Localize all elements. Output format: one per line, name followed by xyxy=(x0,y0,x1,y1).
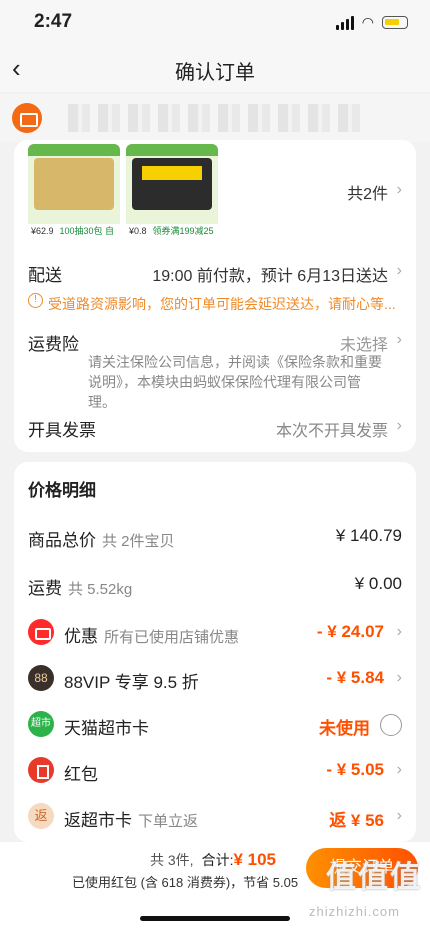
rebate-text: 返超市卡 xyxy=(64,811,132,830)
rebate-value: 返 ¥ 56 xyxy=(329,811,384,830)
delay-warning: 受道路资源影响，您的订单可能会延迟送达，请耐心等... xyxy=(48,296,396,312)
rebate-sub: 下单立返 xyxy=(138,813,199,830)
signal-icon xyxy=(335,15,354,30)
shipping-label: 运费共 5.52kg xyxy=(28,574,132,599)
wifi-icon: ◠ xyxy=(361,14,374,30)
hongbao-row[interactable]: 红包 - ¥ 5.05 › xyxy=(28,756,402,786)
market-card-label: 天猫超市卡 xyxy=(64,719,149,738)
vip-row[interactable]: 88 88VIP 专享 9.5 折 - ¥ 5.84 › xyxy=(28,664,402,694)
chevron-right-icon: › xyxy=(396,623,402,640)
thumb-price: ¥62.9100抽30包 自然无香 xyxy=(28,224,120,238)
goods-total-sub: 共 2件宝贝 xyxy=(102,533,175,550)
chevron-right-icon: › xyxy=(396,181,402,198)
insurance-description: 请关注保险公司信息，并阅读《保险条款和重要说明》，本模块由蚂蚁保保险代理有限公司… xyxy=(88,354,382,410)
store-name-blurred xyxy=(68,104,368,132)
shipping-value: ¥ 0.00 xyxy=(354,574,402,593)
store-icon xyxy=(12,103,42,133)
rebate-row[interactable]: 返 返超市卡 下单立返 返 ¥ 56 › xyxy=(28,802,402,832)
rebate-icon: 返 xyxy=(28,803,54,829)
thumb-banner xyxy=(28,144,120,156)
market-card-status: 未使用 xyxy=(319,719,370,738)
status-time: 2:47 xyxy=(34,11,73,32)
hongbao-label: 红包 xyxy=(64,765,98,784)
battery-icon xyxy=(382,16,408,29)
warning-icon: ! xyxy=(28,293,43,308)
page-title: 确认订单 xyxy=(175,62,255,84)
thumb-banner xyxy=(126,144,218,156)
saving-note: 已使用红包 (含 618 消费券)，节省 5.05 xyxy=(72,875,299,890)
chevron-right-icon: › xyxy=(396,331,402,348)
delivery-label: 配送 xyxy=(28,266,62,285)
vip-value: - ¥ 5.84 xyxy=(326,668,384,687)
delivery-value[interactable]: 19:00 前付款，预计 6月13日送达 xyxy=(152,262,388,286)
shipping-text: 运费 xyxy=(28,579,62,598)
vip-icon: 88 xyxy=(28,665,54,691)
invoice-value[interactable]: 本次不开具发票 xyxy=(276,417,388,441)
nav-bar: ‹ 确认订单 xyxy=(0,46,430,92)
watermark-url: zhizhizhi.com xyxy=(308,904,400,919)
discount-text: 优惠 xyxy=(64,627,98,646)
invoice-label: 开具发票 xyxy=(28,421,96,440)
thumb-tag: 领券满199减25 xyxy=(152,226,214,236)
vip-label: 88VIP 专享 9.5 折 xyxy=(64,673,199,692)
hongbao-value: - ¥ 5.05 xyxy=(326,760,384,779)
total-line: 共 3件, 合计:¥ 105 xyxy=(150,850,276,870)
thumb-price-value: ¥62.9 xyxy=(31,226,54,236)
product-image xyxy=(34,158,114,210)
discount-row[interactable]: 优惠 所有已使用店铺优惠 - ¥ 24.07 › xyxy=(28,618,402,648)
chevron-right-icon: › xyxy=(396,807,402,824)
discount-sub: 所有已使用店铺优惠 xyxy=(104,629,240,646)
discount-label: 优惠 所有已使用店铺优惠 xyxy=(64,622,239,647)
market-card-row[interactable]: 超市 天猫超市卡 未使用 xyxy=(28,710,402,740)
chevron-right-icon: › xyxy=(396,669,402,686)
total-count: 共 3件, xyxy=(150,852,194,868)
product-image xyxy=(132,158,212,210)
rebate-label: 返超市卡 下单立返 xyxy=(64,806,198,831)
price-detail-title: 价格明细 xyxy=(28,481,96,500)
order-card: ¥62.9100抽30包 自然无香 ¥0.8 领券满199减25 共2件 › 配送… xyxy=(14,140,416,452)
goods-total-row: 商品总价共 2件宝贝 ¥ 140.79 xyxy=(28,522,402,552)
status-bar: 2:47 ◠ xyxy=(0,0,430,46)
item-count[interactable]: 共2件 xyxy=(347,180,388,204)
goods-total-value: ¥ 140.79 xyxy=(335,526,402,545)
coupon-icon xyxy=(28,619,54,645)
market-card-radio[interactable] xyxy=(380,714,402,736)
goods-total-label: 商品总价共 2件宝贝 xyxy=(28,526,175,551)
shipping-row: 运费共 5.52kg ¥ 0.00 xyxy=(28,570,402,600)
total-value: ¥ 105 xyxy=(233,850,277,869)
total-label: 合计: xyxy=(201,852,234,868)
watermark-logo: 值值值 xyxy=(326,861,422,894)
chevron-right-icon: › xyxy=(396,761,402,778)
shipping-weight: 共 5.52kg xyxy=(68,581,133,598)
chevron-right-icon: › xyxy=(396,417,402,434)
store-row[interactable] xyxy=(0,94,430,142)
thumb-price: ¥0.8 领券满199减25 xyxy=(126,224,218,238)
home-indicator xyxy=(140,916,290,921)
product-thumbnail[interactable]: ¥0.8 领券满199减25 xyxy=(126,144,218,238)
product-thumbnail[interactable]: ¥62.9100抽30包 自然无香 xyxy=(28,144,120,238)
red-packet-icon xyxy=(28,757,54,783)
status-icons: ◠ xyxy=(335,14,408,31)
price-detail-card: 价格明细 商品总价共 2件宝贝 ¥ 140.79 运费共 5.52kg ¥ 0.… xyxy=(14,462,416,842)
goods-total-text: 商品总价 xyxy=(28,531,96,550)
discount-value: - ¥ 24.07 xyxy=(316,622,384,641)
thumb-price-value: ¥0.8 xyxy=(129,226,147,236)
chevron-right-icon: › xyxy=(396,262,402,279)
insurance-label: 运费险 xyxy=(28,335,79,354)
supermarket-icon: 超市 xyxy=(28,711,54,737)
